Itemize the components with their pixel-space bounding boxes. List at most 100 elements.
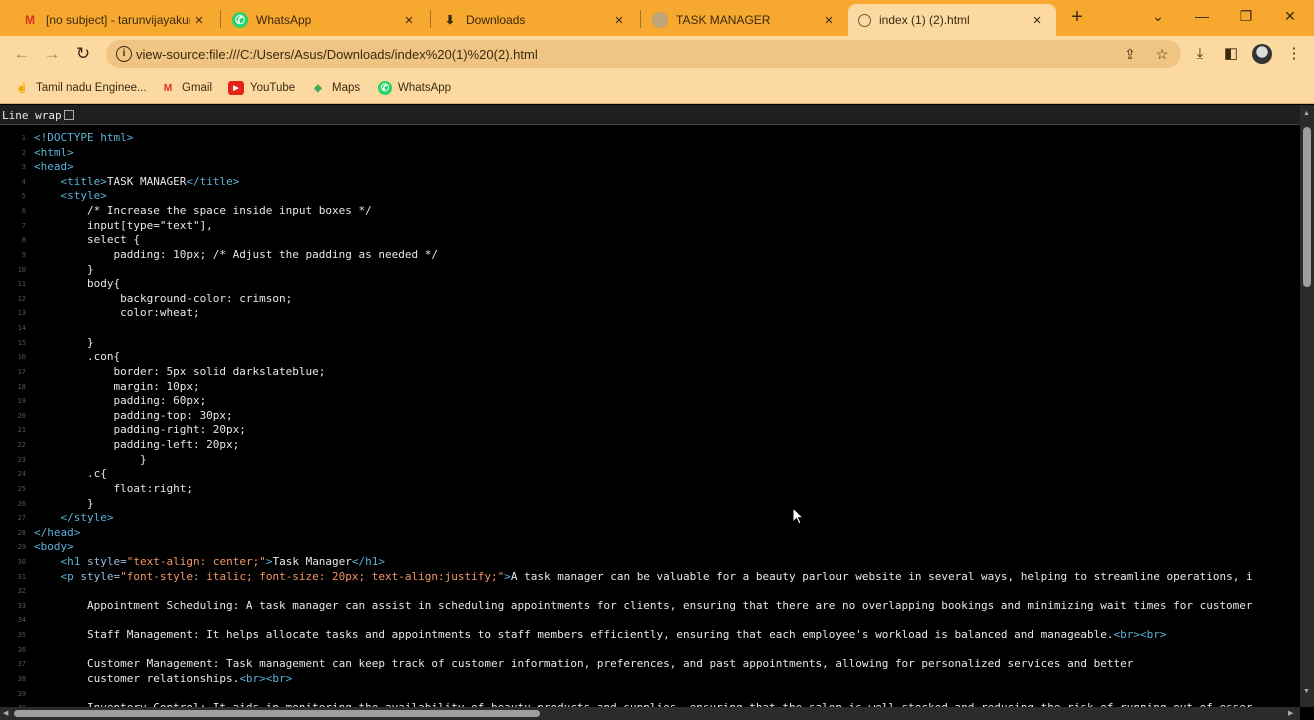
scroll-down-arrow-icon[interactable]: ▼ [1303,687,1310,697]
code-token: <head> [34,160,74,174]
side-panel-icon[interactable]: ◧ [1219,42,1243,66]
maps-icon: ◈ [314,82,322,94]
close-icon[interactable]: × [190,12,208,29]
code-line: 32 [0,584,1300,598]
tab-search-chevron-icon[interactable]: ⌄ [1136,4,1180,28]
share-icon[interactable]: ⇪ [1120,44,1140,64]
scroll-up-arrow-icon[interactable]: ▲ [1303,109,1310,119]
code-line: 15 } [0,336,1300,350]
back-button[interactable]: ← [10,42,34,66]
code-token: select { [34,233,140,247]
code-line: 6 /* Increase the space inside input box… [0,204,1300,218]
vertical-scrollbar[interactable]: ▲ ▼ [1300,105,1314,707]
tab-downloads[interactable]: ⬇ Downloads × [432,4,638,36]
code-token: padding: 60px; [34,394,207,408]
line-content: <h1 style="text-align: center;">Task Man… [34,555,386,569]
code-line: 34 [0,613,1300,627]
line-number: 24 [17,470,26,479]
code-token: <p [60,569,81,583]
code-line: 13 color:wheat; [0,306,1300,320]
whatsapp-icon: ✆ [232,12,248,28]
reload-button[interactable]: ↻ [71,42,95,66]
bookmark-tamil-nadu[interactable]: ☝ Tamil nadu Enginee... [14,80,147,96]
line-wrap-checkbox[interactable] [63,110,74,120]
line-number: 37 [17,660,26,669]
code-token: color:wheat; [34,306,200,320]
horizontal-scrollbar[interactable]: ◀ ▶ [0,707,1300,720]
scroll-left-arrow-icon[interactable]: ◀ [3,709,8,719]
tab-index-html[interactable]: index (1) (2).html × [848,4,1056,36]
line-number: 10 [17,265,26,274]
new-tab-button[interactable]: + [1066,6,1088,28]
line-content: body{ [34,277,120,291]
bookmark-maps[interactable]: ◈ Maps [310,80,360,96]
code-token: padding-top: 30px; [34,408,233,422]
line-content: border: 5px solid darkslateblue; [34,365,325,379]
code-token: Appointment Scheduling: A task manager c… [34,598,1253,612]
line-number: 21 [17,426,26,435]
horizontal-scroll-thumb[interactable] [14,710,540,717]
bookmark-star-icon[interactable]: ☆ [1152,44,1172,64]
hand-icon: ☝ [15,82,29,94]
tab-strip: M [no subject] - tarunvijayakum × ✆ What… [0,0,1314,36]
globe-icon [652,12,668,28]
line-number: 17 [17,367,26,376]
code-token: <br><br> [239,671,293,685]
close-icon[interactable]: × [820,12,838,29]
code-line: 17 border: 5px solid darkslateblue; [0,365,1300,379]
line-number: 30 [17,557,26,566]
tab-task-manager[interactable]: TASK MANAGER × [642,4,848,36]
forward-button[interactable]: → [40,42,64,66]
line-number: 23 [17,455,26,464]
tab-gmail[interactable]: M [no subject] - tarunvijayakum × [12,4,218,36]
close-window-button[interactable]: ✕ [1268,4,1312,28]
line-content: input[type="text"], [34,219,213,233]
line-content: </head> [34,526,80,540]
bookmark-youtube[interactable]: ▶ YouTube [228,80,295,96]
bookmark-whatsapp[interactable]: ✆ WhatsApp [378,80,451,96]
line-number: 7 [21,221,26,230]
code-token: <style> [60,189,107,203]
line-content: select { [34,233,140,247]
line-content: } [34,453,147,467]
close-icon[interactable]: × [1028,12,1046,29]
bookmark-gmail[interactable]: M Gmail [160,80,212,96]
gmail-icon: M [163,82,173,94]
line-content: } [34,336,94,350]
close-icon[interactable]: × [400,12,418,29]
code-token: <br><br> [1113,628,1167,642]
toolbar: ← → ↻ i view-source:file:///C:/Users/Asu… [0,36,1314,72]
line-number: 38 [17,674,26,683]
line-content: background-color: crimson; [34,292,292,306]
line-wrap-bar: Line wrap [0,105,1300,125]
tab-title: TASK MANAGER [676,13,771,27]
scroll-right-arrow-icon[interactable]: ▶ [1288,709,1293,719]
line-number: 35 [17,631,26,640]
code-token: </head> [34,525,81,539]
downloads-icon[interactable]: ⤓ [1188,42,1212,66]
maximize-button[interactable]: ❐ [1224,4,1268,28]
close-icon[interactable]: × [610,12,628,29]
line-number: 31 [17,572,26,581]
line-number: 27 [17,514,26,523]
tab-title: WhatsApp [256,13,312,27]
url-text[interactable]: view-source:file:///C:/Users/Asus/Downlo… [136,47,538,62]
code-line: 2 <html> [0,146,1300,160]
profile-avatar[interactable] [1252,44,1272,64]
line-number: 28 [17,528,26,537]
code-token: Staff Management: It helps allocate task… [34,628,1114,642]
line-number: 8 [21,236,26,245]
code-token: padding: 10px; /* Adjust the padding as … [34,247,438,261]
code-token: style= [80,569,121,583]
code-token: <html> [34,145,74,159]
menu-kebab-icon[interactable]: ⋮ [1282,42,1306,66]
address-bar[interactable]: i view-source:file:///C:/Users/Asus/Down… [106,40,1181,68]
line-content: padding-right: 20px; [34,423,245,437]
tab-whatsapp[interactable]: ✆ WhatsApp × [222,4,428,36]
vertical-scroll-thumb[interactable] [1303,127,1311,287]
info-icon[interactable]: i [116,46,132,62]
code-token: margin: 10px; [34,379,200,393]
code-token: .c{ [34,467,107,481]
minimize-button[interactable]: — [1180,4,1224,28]
